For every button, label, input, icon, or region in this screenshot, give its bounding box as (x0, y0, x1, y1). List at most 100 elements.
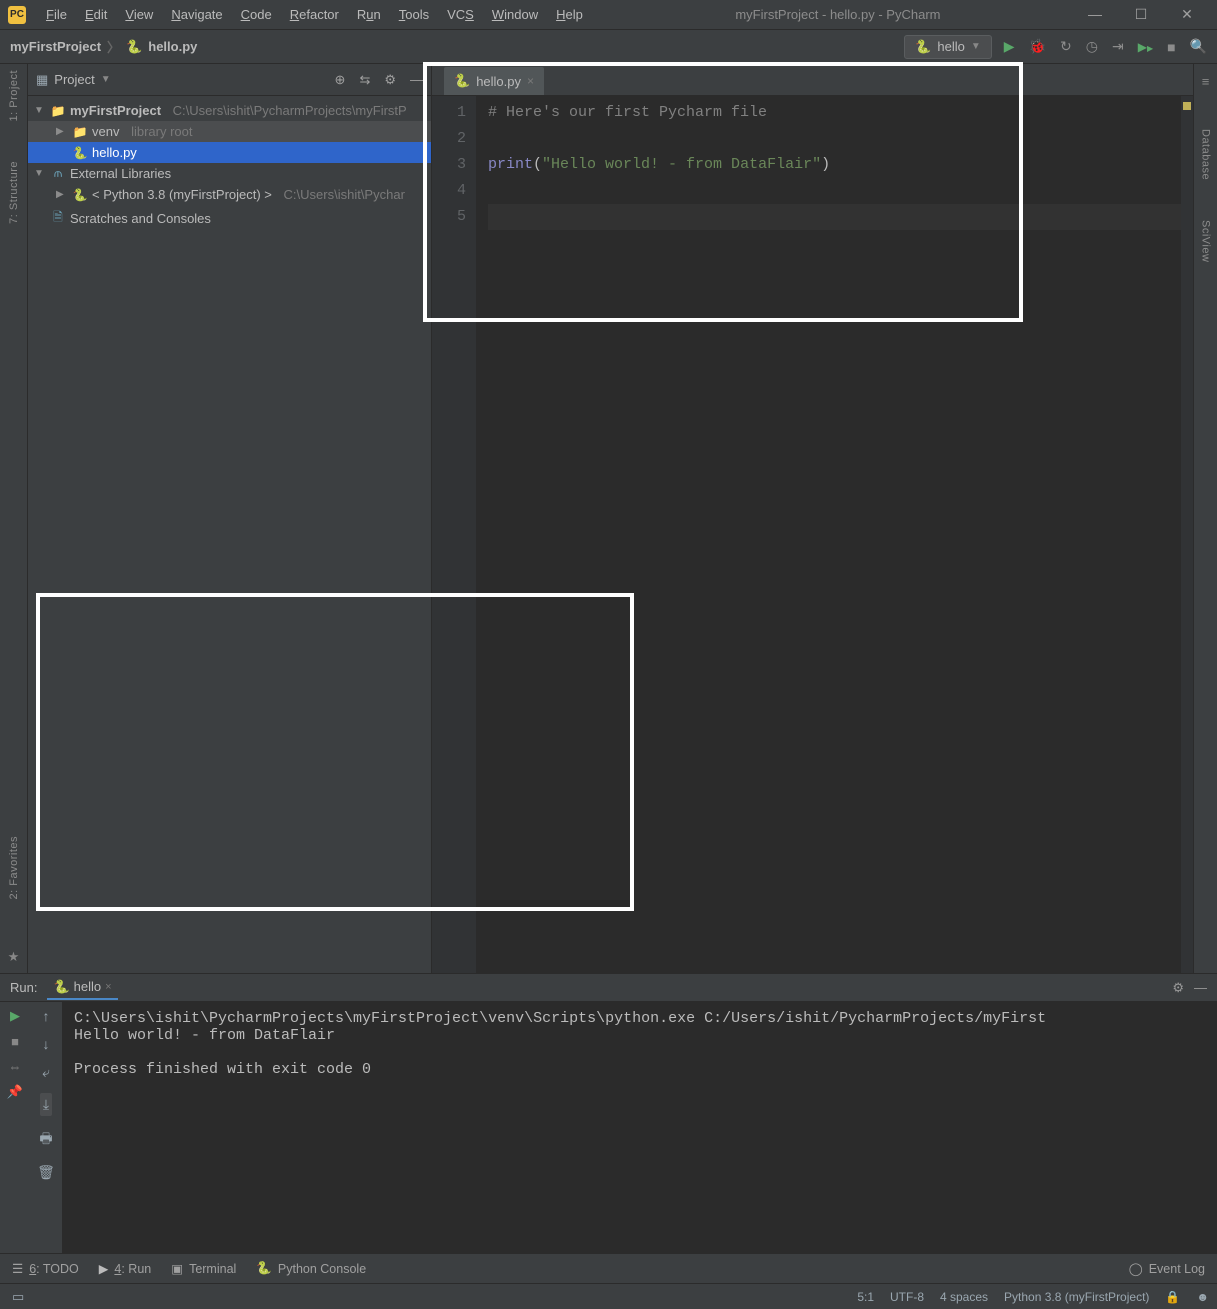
hide-icon[interactable]: — (410, 72, 423, 88)
stop-icon[interactable]: ■ (1167, 39, 1175, 55)
menu-help[interactable]: Help (548, 3, 591, 26)
pin-icon[interactable]: 📌 (7, 1084, 23, 1100)
breadcrumb-file[interactable]: hello.py (148, 39, 197, 54)
chevron-right-icon: 〉 (107, 37, 120, 56)
status-messages-icon[interactable]: ▭ (12, 1289, 24, 1305)
close-icon[interactable]: ✕ (1177, 6, 1197, 23)
toolwindow-favorites-tab[interactable]: 2: Favorites (8, 836, 20, 899)
run-config-selector[interactable]: 🐍 hello ▼ (904, 35, 992, 59)
menu-refactor[interactable]: Refactor (282, 3, 347, 26)
menu-run[interactable]: Run (349, 3, 389, 26)
line-number: 2 (436, 126, 466, 152)
python-icon: 🐍 (72, 188, 88, 202)
gear-icon[interactable]: ⚙ (1172, 980, 1184, 996)
collapse-arrow-icon[interactable]: ▶ (56, 189, 68, 200)
line-number: 4 (436, 178, 466, 204)
editor-tab-hello[interactable]: 🐍 hello.py × (444, 67, 544, 95)
tree-file-name: hello.py (92, 145, 137, 160)
toolwindow-sciview-tab[interactable]: SciView (1200, 220, 1212, 262)
code-func: print (488, 156, 533, 173)
python-console-tab[interactable]: 🐍Python Console (256, 1261, 366, 1276)
status-caret-pos[interactable]: 5:1 (857, 1290, 874, 1304)
down-arrow-icon[interactable]: ↓ (43, 1036, 50, 1052)
tree-root[interactable]: ▼ 📁 myFirstProject C:\Users\ishit\Pychar… (28, 100, 431, 121)
expand-arrow-icon[interactable]: ▼ (34, 105, 46, 116)
chevron-down-icon[interactable]: ▼ (101, 74, 111, 85)
locate-icon[interactable]: ⊕ (335, 72, 346, 88)
todo-tab[interactable]: ☰6: TODO (12, 1261, 79, 1276)
menu-window[interactable]: Window (484, 3, 546, 26)
project-view-label[interactable]: Project (54, 72, 94, 87)
gear-icon[interactable]: ⚙ (384, 72, 396, 88)
event-log-tab[interactable]: ◯Event Log (1129, 1261, 1205, 1276)
run-button[interactable]: ▶ (1004, 38, 1015, 55)
editor-marker-bar[interactable] (1181, 96, 1193, 973)
menu-vcs[interactable]: VCS (439, 3, 482, 26)
run-tab-bottom[interactable]: ▶4: Run (99, 1261, 151, 1276)
run-coverage-icon[interactable]: ↻ (1060, 38, 1072, 55)
run-console[interactable]: C:\Users\ishit\PycharmProjects\myFirstPr… (62, 1002, 1217, 1253)
tree-python-sdk[interactable]: ▶ 🐍 < Python 3.8 (myFirstProject) > C:\U… (28, 184, 431, 205)
console-line: Hello world! - from DataFlair (74, 1027, 335, 1044)
expand-all-icon[interactable]: ⇆ (359, 72, 370, 88)
run-label: Run: (10, 980, 37, 995)
line-number: 3 (436, 152, 466, 178)
close-tab-icon[interactable]: × (527, 74, 534, 88)
scratches-label: Scratches and Consoles (70, 211, 211, 226)
attach-icon[interactable]: ⇥ (1112, 38, 1124, 55)
tree-root-name: myFirstProject (70, 103, 161, 118)
ide-status-icon[interactable]: ☻ (1196, 1290, 1209, 1304)
layout-icon[interactable]: ⇔ (9, 1059, 22, 1074)
tree-file-hello[interactable]: 🐍 hello.py (28, 142, 431, 163)
expand-arrow-icon[interactable]: ▼ (34, 168, 46, 179)
collapse-arrow-icon[interactable]: ▶ (56, 126, 68, 137)
soft-wrap-icon[interactable]: ⤶ (42, 1064, 50, 1081)
menu-navigate[interactable]: Navigate (163, 3, 230, 26)
window-title: myFirstProject - hello.py - PyCharm (591, 7, 1085, 22)
status-python[interactable]: Python 3.8 (myFirstProject) (1004, 1290, 1149, 1304)
project-header: ▦ Project ▼ ⊕ ⇆ ⚙ — (28, 64, 431, 96)
editor-code[interactable]: # Here's our first Pycharm file print("H… (476, 96, 1193, 973)
clear-icon[interactable]: 🗑 (37, 1164, 55, 1181)
terminal-tab[interactable]: ▣Terminal (171, 1261, 236, 1276)
python-file-icon: 🐍 (454, 73, 470, 89)
search-everywhere-icon[interactable]: 🔍 (1190, 38, 1207, 55)
warning-marker-icon[interactable] (1183, 102, 1191, 110)
debug-button[interactable]: 🐞 (1029, 38, 1046, 55)
menu-code[interactable]: Code (233, 3, 280, 26)
print-icon[interactable]: 🖶 (39, 1128, 52, 1152)
menu-view[interactable]: View (117, 3, 161, 26)
tree-external-libraries[interactable]: ▼ ⫙ External Libraries (28, 163, 431, 184)
tree-scratches[interactable]: 🗎 Scratches and Consoles (28, 205, 431, 232)
tree-venv[interactable]: ▶ 📁 venv library root (28, 121, 431, 142)
close-tab-icon[interactable]: × (105, 981, 111, 993)
status-encoding[interactable]: UTF-8 (890, 1290, 924, 1304)
tree-root-path: C:\Users\ishit\PycharmProjects\myFirstP (173, 103, 407, 118)
run-tab[interactable]: 🐍 hello × (47, 976, 117, 1000)
maximize-icon[interactable]: ☐ (1131, 6, 1151, 23)
toolwindow-structure-tab[interactable]: 7: Structure (8, 161, 20, 224)
run-config-name: hello (937, 39, 964, 54)
run-with-icon[interactable]: ▶▶ (1138, 40, 1153, 54)
line-number: 5 (436, 204, 466, 230)
menu-edit[interactable]: Edit (77, 3, 115, 26)
project-tree[interactable]: ▼ 📁 myFirstProject C:\Users\ishit\Pychar… (28, 96, 431, 236)
editor-tabs: 🐍 hello.py × (432, 64, 1193, 96)
minimize-icon[interactable]: — (1085, 6, 1105, 23)
up-arrow-icon[interactable]: ↑ (43, 1008, 50, 1024)
breadcrumb-project[interactable]: myFirstProject (10, 39, 101, 54)
menu-file[interactable]: File (38, 3, 75, 26)
status-indent[interactable]: 4 spaces (940, 1290, 988, 1304)
editor: 🐍 hello.py × 1 2 3 4 5 # Here's our firs… (432, 64, 1193, 973)
breadcrumb[interactable]: myFirstProject 〉 🐍 hello.py (10, 37, 197, 56)
menu-tools[interactable]: Tools (391, 3, 437, 26)
hide-icon[interactable]: — (1194, 980, 1207, 995)
rerun-icon[interactable]: ▶ (10, 1008, 20, 1024)
toolwindow-database-tab[interactable]: Database (1200, 129, 1212, 180)
profile-icon[interactable]: ◷ (1086, 38, 1098, 55)
lock-icon[interactable]: 🔒 (1165, 1290, 1180, 1304)
editor-body[interactable]: 1 2 3 4 5 # Here's our first Pycharm fil… (432, 96, 1193, 973)
scroll-to-end-icon[interactable]: ⤓ (40, 1093, 52, 1116)
toolwindow-project-tab[interactable]: 1: Project (8, 70, 20, 121)
stop-icon[interactable]: ■ (11, 1034, 19, 1049)
